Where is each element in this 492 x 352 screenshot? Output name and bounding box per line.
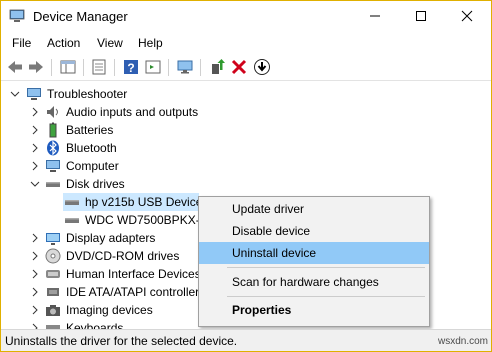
window-title: Device Manager bbox=[33, 9, 128, 24]
tree-item-ide-label: IDE ATA/ATAPI controller bbox=[66, 285, 200, 299]
tree-item-audio-label: Audio inputs and outputs bbox=[66, 105, 199, 119]
tree-root-label: Troubleshooter bbox=[47, 87, 128, 101]
tree-item-computer[interactable]: Computer bbox=[1, 157, 491, 175]
tree-item-wdc-drive-label: WDC WD7500BPKX-7 bbox=[85, 213, 207, 227]
update-driver-icon[interactable] bbox=[208, 58, 226, 76]
minimize-icon bbox=[370, 15, 380, 17]
minimize-button[interactable] bbox=[353, 1, 399, 32]
menu-view[interactable]: View bbox=[97, 36, 123, 50]
collapsed-chevron-icon[interactable] bbox=[30, 322, 40, 329]
tree-item-keyboards-label: Keyboards bbox=[66, 321, 124, 329]
tree-item-disk-drives-label: Disk drives bbox=[66, 177, 125, 191]
device-manager-icon bbox=[9, 9, 25, 22]
show-hide-console-tree-icon[interactable] bbox=[59, 58, 77, 76]
context-separator bbox=[227, 296, 425, 297]
tree-item-batteries[interactable]: Batteries bbox=[1, 121, 491, 139]
context-menu: Update driver Disable device Uninstall d… bbox=[198, 196, 430, 327]
tree-item-disk-drives[interactable]: Disk drives bbox=[1, 175, 491, 193]
forward-arrow-icon[interactable] bbox=[27, 58, 45, 76]
context-uninstall-device-label: Uninstall device bbox=[232, 246, 317, 260]
context-properties[interactable]: Properties bbox=[199, 299, 429, 321]
collapsed-chevron-icon[interactable] bbox=[30, 160, 40, 172]
collapsed-chevron-icon[interactable] bbox=[30, 286, 40, 298]
context-properties-label: Properties bbox=[232, 303, 292, 317]
close-button[interactable] bbox=[445, 1, 491, 32]
menu-help[interactable]: Help bbox=[138, 36, 163, 50]
toolbar: ? bbox=[1, 54, 491, 81]
tree-item-usb-device-label: hp v215b USB Device bbox=[85, 195, 203, 209]
toolbar-separator bbox=[168, 59, 169, 76]
bluetooth-icon bbox=[47, 140, 59, 156]
context-separator bbox=[227, 267, 425, 268]
context-scan-hardware-label: Scan for hardware changes bbox=[232, 275, 379, 289]
title-bar: Device Manager bbox=[1, 1, 491, 32]
expanded-chevron-icon[interactable] bbox=[30, 178, 40, 190]
expanded-chevron-icon[interactable] bbox=[10, 88, 20, 100]
collapsed-chevron-icon[interactable] bbox=[30, 250, 40, 262]
monitor-icon[interactable] bbox=[176, 58, 194, 76]
battery-icon bbox=[49, 122, 57, 138]
tree-item-audio[interactable]: Audio inputs and outputs bbox=[1, 103, 491, 121]
uninstall-device-icon[interactable] bbox=[230, 58, 248, 76]
context-disable-device-label: Disable device bbox=[232, 224, 311, 238]
collapsed-chevron-icon[interactable] bbox=[30, 106, 40, 118]
status-text: Uninstalls the driver for the selected d… bbox=[5, 334, 238, 348]
tree-item-batteries-label: Batteries bbox=[66, 123, 114, 137]
computer-icon bbox=[46, 160, 60, 172]
controller-icon bbox=[47, 288, 59, 296]
context-scan-hardware[interactable]: Scan for hardware changes bbox=[199, 271, 429, 293]
collapsed-chevron-icon[interactable] bbox=[30, 124, 40, 136]
keyboard-icon bbox=[46, 325, 60, 329]
properties-icon[interactable] bbox=[90, 58, 108, 76]
watermark: wsxdn.com bbox=[438, 336, 489, 347]
collapsed-chevron-icon[interactable] bbox=[30, 142, 40, 154]
status-bar: Uninstalls the driver for the selected d… bbox=[1, 329, 491, 351]
device-manager-window: Device Manager File Action View Help ? T… bbox=[0, 0, 492, 352]
tree-item-bluetooth-label: Bluetooth bbox=[66, 141, 117, 155]
speaker-icon bbox=[47, 106, 58, 118]
tree-item-dvd-label: DVD/CD-ROM drives bbox=[66, 249, 180, 263]
disk-drive-icon bbox=[46, 182, 60, 187]
maximize-icon bbox=[416, 11, 426, 21]
computer-icon bbox=[27, 88, 41, 100]
tree-item-computer-label: Computer bbox=[66, 159, 119, 173]
hid-icon bbox=[46, 270, 60, 278]
collapsed-chevron-icon[interactable] bbox=[30, 304, 40, 316]
tree-item-hid-label: Human Interface Devices bbox=[66, 267, 201, 281]
back-arrow-icon[interactable] bbox=[6, 58, 24, 76]
context-update-driver[interactable]: Update driver bbox=[199, 198, 429, 220]
toolbar-separator bbox=[200, 59, 201, 76]
context-update-driver-label: Update driver bbox=[232, 202, 305, 216]
maximize-button[interactable] bbox=[399, 1, 445, 32]
menu-bar: File Action View Help bbox=[1, 32, 491, 54]
action-pane-icon[interactable] bbox=[144, 58, 162, 76]
help-icon[interactable]: ? bbox=[122, 58, 140, 76]
collapsed-chevron-icon[interactable] bbox=[30, 268, 40, 280]
disk-drive-icon bbox=[65, 200, 79, 205]
download-circle-icon[interactable] bbox=[253, 58, 271, 76]
camera-icon bbox=[46, 305, 60, 316]
collapsed-chevron-icon[interactable] bbox=[30, 232, 40, 244]
toolbar-separator bbox=[114, 59, 115, 76]
display-adapter-icon bbox=[46, 233, 60, 245]
close-icon bbox=[461, 10, 473, 22]
toolbar-separator bbox=[83, 59, 84, 76]
context-uninstall-device[interactable]: Uninstall device bbox=[199, 242, 429, 264]
menu-action[interactable]: Action bbox=[47, 36, 80, 50]
tree-item-display-label: Display adapters bbox=[66, 231, 156, 245]
menu-file[interactable]: File bbox=[12, 36, 31, 50]
tree-item-imaging-label: Imaging devices bbox=[66, 303, 153, 317]
disk-drive-icon bbox=[65, 218, 79, 223]
tree-item-bluetooth[interactable]: Bluetooth bbox=[1, 139, 491, 157]
svg-text:?: ? bbox=[127, 61, 134, 75]
context-disable-device[interactable]: Disable device bbox=[199, 220, 429, 242]
optical-disc-icon bbox=[45, 248, 61, 264]
tree-root-row[interactable]: Troubleshooter bbox=[1, 85, 491, 103]
toolbar-separator bbox=[51, 59, 52, 76]
